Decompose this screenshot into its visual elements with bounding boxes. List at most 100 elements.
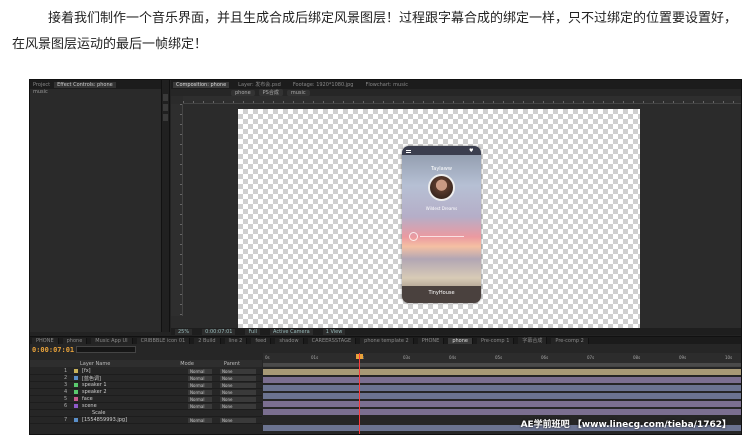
header-parent: Parent (223, 360, 240, 367)
ruler-tick: 03s (403, 355, 411, 360)
timeline-tab[interactable]: line 2 (224, 337, 248, 344)
layer-name[interactable]: speaker 2 (82, 389, 107, 395)
timeline-tabs: PHONE phone Music App UI CRIBBBLE icon 0… (30, 337, 741, 344)
vertical-ruler (171, 104, 183, 316)
viewer-controls: 25% 0:00:07:01 Full Active Camera 1 View (171, 328, 741, 335)
layer-name[interactable]: scene (82, 403, 97, 409)
progress-line (420, 236, 464, 237)
layer-row[interactable]: 4 speaker 2 Normal None (30, 389, 262, 396)
parent-select[interactable]: None (220, 397, 256, 402)
layer-bar[interactable] (263, 369, 741, 375)
layer-row[interactable]: 2 [蓝色调] Normal None (30, 375, 262, 382)
breadcrumb-item[interactable]: PS合成 (258, 89, 283, 96)
tab-flowchart[interactable]: Flowchart: music (362, 82, 410, 88)
tab-footage[interactable]: Footage: 1920*1080.jpg (290, 82, 357, 88)
mode-select[interactable]: Normal (188, 369, 212, 374)
timeline-tab[interactable]: feed (251, 337, 272, 344)
timeline-tab[interactable]: phone (448, 337, 473, 344)
mode-select[interactable]: Normal (188, 418, 212, 423)
header-layer-name: Layer Name (80, 360, 111, 367)
tab-layer[interactable]: Layer: 发布会.psd (235, 81, 284, 88)
phone-mockup: ♥ Taylaww Wildest Dreams TinyHouse (402, 146, 481, 303)
label-swatch[interactable] (74, 376, 78, 380)
layer-name[interactable]: [蓝色调] (82, 375, 101, 382)
layer-bar[interactable] (263, 385, 741, 391)
layer-bar[interactable] (263, 409, 741, 415)
timeline-tab[interactable]: CAREERSSTAGE (307, 337, 357, 344)
label-swatch[interactable] (74, 383, 78, 387)
menu-icon (406, 150, 411, 153)
timeline-tab[interactable]: phone template 2 (360, 337, 414, 344)
viewer-timecode[interactable]: 0:00:07:01 (202, 328, 236, 335)
timeline-tab[interactable]: 2 Build (194, 337, 221, 344)
resolution-select[interactable]: Full (245, 328, 261, 335)
breadcrumb: phone PS合成 music (171, 89, 741, 96)
parent-select[interactable]: None (220, 369, 256, 374)
layer-bar[interactable] (263, 377, 741, 383)
watermark: AE学前班吧 【www.linecg.com/tieba/1762】 (520, 420, 731, 430)
tool-icon[interactable] (163, 114, 168, 121)
mode-select[interactable]: Normal (188, 404, 212, 409)
timeline-tab[interactable]: PHONE (32, 337, 59, 344)
footer-label: TinyHouse (428, 290, 455, 296)
layer-bar[interactable] (263, 393, 741, 399)
timeline-tab[interactable]: Pre-comp 1 (477, 337, 515, 344)
label-swatch[interactable] (74, 369, 78, 373)
parent-select[interactable]: None (220, 383, 256, 388)
layer-row[interactable]: 6 scene Normal None (30, 403, 262, 410)
label-swatch[interactable] (74, 418, 78, 422)
timeline-tab[interactable]: CRIBBBLE icon 01 (136, 337, 191, 344)
time-ruler[interactable]: 0s 01s 02s 03s 04s 05s 06s 07s 08s 09s 1… (263, 353, 741, 367)
parent-select[interactable]: None (220, 390, 256, 395)
layer-name[interactable]: face (82, 396, 93, 402)
timeline-tab[interactable]: PHONE (417, 337, 445, 344)
layer-bar[interactable] (263, 401, 741, 407)
label-swatch[interactable] (74, 404, 78, 408)
layer-row[interactable]: 3 speaker 1 Normal None (30, 382, 262, 389)
horizontal-ruler (183, 96, 741, 104)
timeline-tab[interactable]: Music App UI (91, 337, 133, 344)
layer-row[interactable]: 5 face Normal None (30, 396, 262, 403)
breadcrumb-item[interactable]: phone (231, 89, 255, 96)
mode-select[interactable]: Normal (188, 390, 212, 395)
work-area-bar[interactable] (263, 363, 741, 366)
view-layout-select[interactable]: 1 View (322, 328, 346, 335)
play-icon (409, 232, 418, 241)
ruler-tick: 04s (449, 355, 457, 360)
header-mode: Mode (180, 360, 194, 367)
layer-name[interactable]: speaker 1 (82, 382, 107, 388)
layer-row[interactable]: 1 [fx] Normal None (30, 368, 262, 375)
property-row[interactable]: Scale (30, 410, 262, 417)
zoom-select[interactable]: 25% (175, 328, 193, 335)
layer-search-input[interactable] (76, 346, 136, 353)
parent-select[interactable]: None (220, 404, 256, 409)
current-time[interactable]: 0:00:07:01 (32, 346, 74, 354)
timeline-tab[interactable]: phone (62, 337, 88, 344)
effect-controls-tab[interactable]: Effect Controls: phone (54, 81, 116, 88)
timeline-tab[interactable]: shadow (275, 337, 304, 344)
project-tab[interactable]: Project (33, 82, 50, 88)
parent-select[interactable]: None (220, 418, 256, 423)
layer-name[interactable]: [1554859993.jpg] (82, 417, 127, 423)
timeline-tab[interactable]: 字幕合成 (518, 337, 548, 344)
layer-row[interactable]: 7 [1554859993.jpg] Normal None (30, 417, 262, 424)
playhead[interactable] (359, 353, 360, 434)
tab-composition[interactable]: Composition: phone (173, 81, 230, 88)
label-swatch[interactable] (74, 397, 78, 401)
ruler-tick: 10s (725, 355, 733, 360)
layer-name[interactable]: [fx] (82, 368, 91, 374)
label-swatch[interactable] (74, 390, 78, 394)
after-effects-window: Project Effect Controls: phone music Com… (29, 79, 742, 435)
camera-select[interactable]: Active Camera (270, 328, 313, 335)
parent-select[interactable]: None (220, 376, 256, 381)
breadcrumb-item[interactable]: music (286, 89, 310, 96)
property-name[interactable]: Scale (92, 410, 105, 416)
layer-number: 1 (64, 368, 68, 374)
tool-icon[interactable] (163, 104, 168, 111)
mode-select[interactable]: Normal (188, 383, 212, 388)
mode-select[interactable]: Normal (188, 397, 212, 402)
tool-icon[interactable] (163, 94, 168, 101)
ruler-tick: 0s (265, 355, 270, 360)
timeline-tab[interactable]: Pre-comp 2 (551, 337, 589, 344)
mode-select[interactable]: Normal (188, 376, 212, 381)
